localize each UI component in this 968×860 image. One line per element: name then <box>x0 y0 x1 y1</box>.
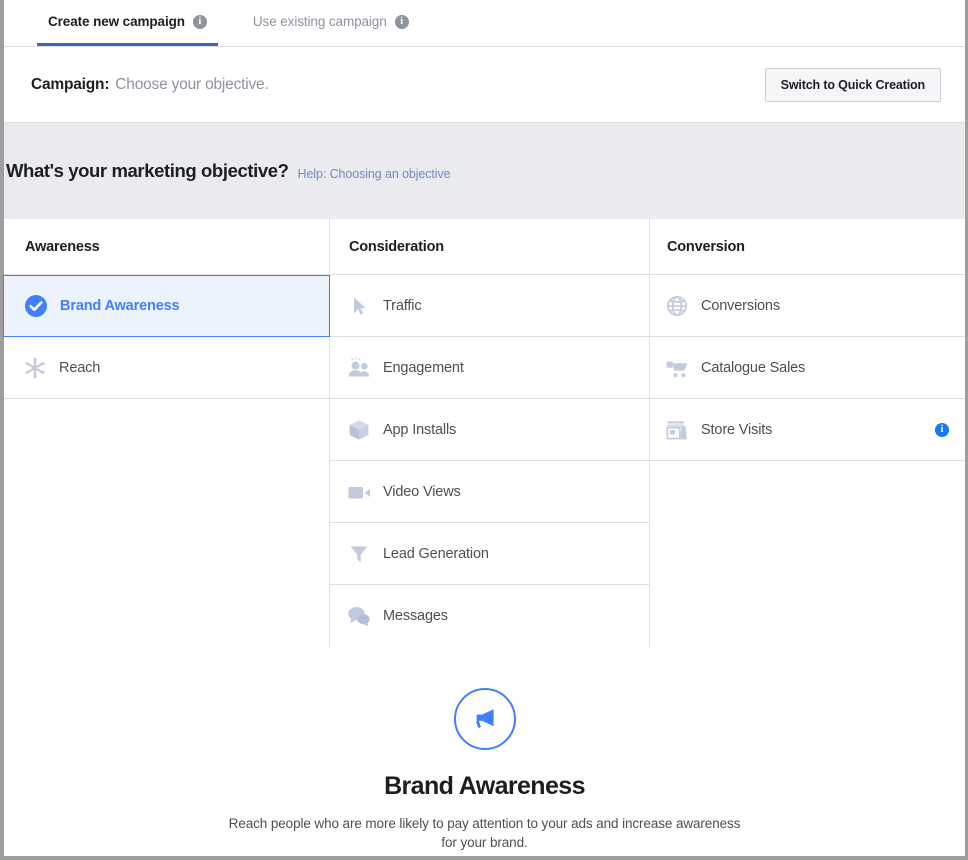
objective-label: App Installs <box>383 422 456 438</box>
objective-label: Conversions <box>701 298 780 314</box>
funnel-icon <box>342 538 376 570</box>
objective-row-messages[interactable]: Messages <box>330 585 649 647</box>
objective-row-traffic[interactable]: Traffic <box>330 275 649 337</box>
info-icon[interactable]: i <box>935 423 949 437</box>
objective-label: Messages <box>383 608 448 624</box>
objective-row-catalogue-sales[interactable]: Catalogue Sales <box>650 337 965 399</box>
detail-title: Brand Awareness <box>4 772 965 801</box>
store-visits-info-wrapper: i <box>935 423 949 437</box>
objective-row-store-visits[interactable]: Store Visits i <box>650 399 965 461</box>
tab-use-existing-campaign[interactable]: Use existing campaign i <box>242 0 420 46</box>
tab-label: Create new campaign <box>48 14 185 29</box>
objective-row-app-installs[interactable]: App Installs <box>330 399 649 461</box>
reach-asterisk-icon <box>18 352 52 384</box>
column-heading-consideration: Consideration <box>330 219 649 275</box>
switch-to-quick-creation-button[interactable]: Switch to Quick Creation <box>765 68 941 102</box>
objective-row-conversions[interactable]: Conversions <box>650 275 965 337</box>
campaign-subtitle: Choose your objective. <box>115 76 268 94</box>
column-heading-awareness: Awareness <box>4 219 329 275</box>
cube-box-icon <box>342 414 376 446</box>
column-consideration: Consideration Traffic <box>329 219 650 647</box>
shopping-cart-icon <box>660 352 694 384</box>
objective-row-lead-generation[interactable]: Lead Generation <box>330 523 649 585</box>
megaphone-icon <box>454 688 516 750</box>
objective-row-brand-awareness[interactable]: Brand Awareness <box>3 275 330 337</box>
objective-label: Reach <box>59 360 100 376</box>
globe-icon <box>660 290 694 322</box>
tab-create-new-campaign[interactable]: Create new campaign i <box>37 0 218 46</box>
campaign-header-bar: Campaign: Choose your objective. Switch … <box>4 47 965 123</box>
objective-label: Brand Awareness <box>60 298 179 314</box>
objective-row-video-views[interactable]: Video Views <box>330 461 649 523</box>
tab-bar: Create new campaign i Use existing campa… <box>4 0 965 47</box>
column-heading-conversion: Conversion <box>650 219 965 275</box>
people-group-icon <box>342 352 376 384</box>
cursor-arrow-icon <box>342 290 376 322</box>
objective-question-band: What's your marketing objective? Help: C… <box>4 123 965 219</box>
objective-help-link[interactable]: Help: Choosing an objective <box>298 167 451 181</box>
video-camera-icon <box>342 476 376 508</box>
objective-columns: Awareness Brand Awareness <box>4 219 965 647</box>
objective-label: Engagement <box>383 360 464 376</box>
objective-label: Video Views <box>383 484 461 500</box>
detail-description: Reach people who are more likely to pay … <box>225 814 745 852</box>
campaign-label: Campaign: <box>31 76 109 94</box>
objective-row-reach[interactable]: Reach <box>4 337 329 399</box>
objective-label: Traffic <box>383 298 421 314</box>
objective-question: What's your marketing objective? <box>6 160 289 182</box>
objective-label: Store Visits <box>701 422 772 438</box>
objective-label: Catalogue Sales <box>701 360 805 376</box>
info-icon[interactable]: i <box>193 15 207 29</box>
check-circle-icon <box>19 290 53 322</box>
column-awareness: Awareness Brand Awareness <box>4 219 329 399</box>
column-conversion: Conversion Conversions <box>650 219 965 461</box>
info-icon[interactable]: i <box>395 15 409 29</box>
objective-row-engagement[interactable]: Engagement <box>330 337 649 399</box>
chat-bubbles-icon <box>342 600 376 632</box>
storefront-icon <box>660 414 694 446</box>
objective-detail-panel: Brand Awareness Reach people who are mor… <box>4 647 965 852</box>
campaign-creation-page: Create new campaign i Use existing campa… <box>0 0 968 860</box>
objective-label: Lead Generation <box>383 546 489 562</box>
tab-label: Use existing campaign <box>253 14 387 29</box>
